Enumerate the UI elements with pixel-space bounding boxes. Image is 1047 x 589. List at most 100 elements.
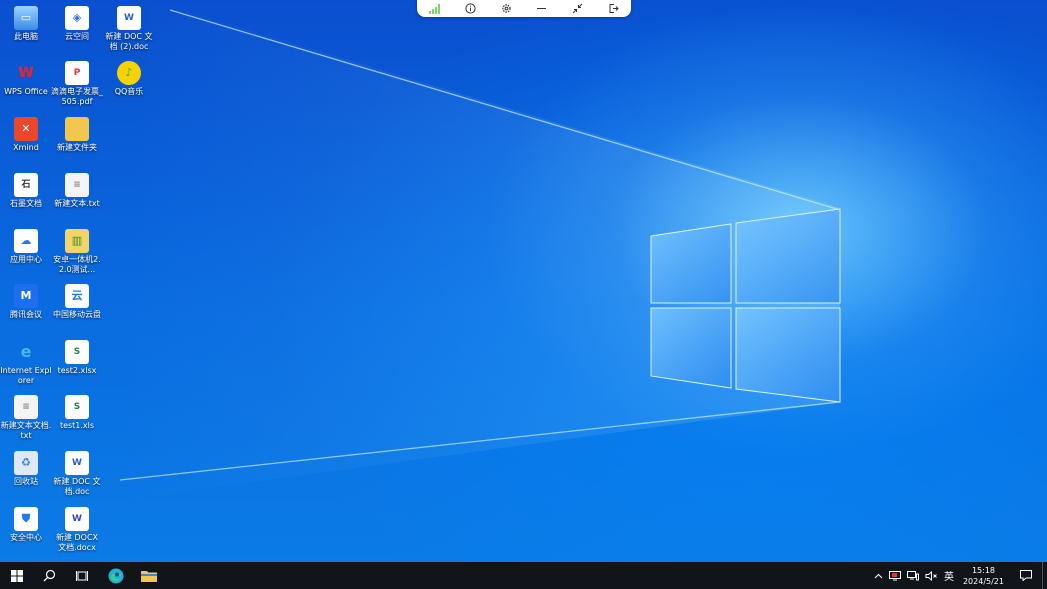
desktop-icon-label: 新建 DOCX 文档.docx: [55, 533, 99, 552]
desktop-icon-android-archive[interactable]: ▥ 安卓一体机2.2.0测试...: [51, 227, 103, 275]
qq-music-icon: ♪: [117, 61, 141, 85]
desktop-icon-label: test1.xls: [59, 421, 95, 430]
system-tray: 英 15:18 2024/5/21: [871, 562, 1047, 589]
notification-center-button[interactable]: [1010, 570, 1042, 581]
desktop-icon-didi-pdf[interactable]: P 滴滴电子发票_505.pdf: [51, 59, 103, 107]
desktop-icon-this-pc[interactable]: ▭ 此电脑: [0, 4, 52, 42]
xmind-icon: ✕: [14, 117, 38, 141]
monitor-alert-icon: [888, 570, 901, 580]
search-button[interactable]: [33, 562, 66, 589]
desktop-icon-label: 新建文本文档.txt: [0, 421, 52, 440]
shimo-icon: 石: [14, 173, 38, 197]
desktop-icon-test2-xlsx[interactable]: S test2.xlsx: [51, 338, 103, 376]
word-doc-icon: W: [117, 6, 141, 30]
desktop-icon-label: 应用中心: [10, 255, 42, 264]
folder-icon: [140, 571, 157, 582]
remote-app-tray-icon[interactable]: [886, 570, 904, 581]
ime-indicator[interactable]: 英: [941, 568, 957, 583]
search-icon: [43, 569, 56, 582]
word-doc-icon: W: [65, 451, 89, 475]
clock[interactable]: 15:18 2024/5/21: [957, 565, 1010, 587]
collapse-icon[interactable]: [570, 2, 584, 16]
desktop-icon-label: 石墨文档: [10, 199, 42, 208]
show-hidden-icons-button[interactable]: [871, 573, 886, 579]
computer-icon: ▭: [14, 6, 38, 30]
notification-icon: [1020, 570, 1032, 581]
txt-icon: ≡: [14, 395, 38, 419]
desktop-icon-label: 中国移动云盘: [53, 310, 101, 319]
desktop-icon-label: 安卓一体机2.2.0测试...: [53, 255, 101, 274]
desktop-icon-label: 安全中心: [10, 533, 42, 542]
remote-session-toolbar: [417, 0, 631, 17]
desktop-icon-label: Internet Explorer: [0, 366, 52, 385]
desktop-icon-new-txt[interactable]: ≡ 新建文本.txt: [51, 171, 103, 209]
mobile-cloud-icon: 云: [65, 284, 89, 308]
desktop-icon-label: 回收站: [14, 477, 38, 486]
task-view-button[interactable]: [66, 562, 99, 589]
volume-muted-icon[interactable]: [922, 570, 941, 581]
desktop-icon-label: 新建文本.txt: [54, 199, 100, 208]
edge-icon: [108, 568, 123, 583]
desktop-icon-label: 新建 DOC 文档 (2).doc: [105, 32, 153, 51]
recycle-bin-icon: ♻: [14, 451, 38, 475]
desktop-icon-xmind[interactable]: ✕ Xmind: [0, 115, 52, 153]
desktop-icon-label: WPS Office: [4, 87, 48, 96]
desktop-icon-new-doc-2[interactable]: W 新建 DOC 文档 (2).doc: [103, 4, 155, 52]
desktop-icon-qq-music[interactable]: ♪ QQ音乐: [103, 59, 155, 97]
tencent-meeting-icon: M: [14, 284, 38, 308]
exit-icon[interactable]: [606, 2, 620, 16]
desktop-icon-label: 腾讯会议: [10, 310, 42, 319]
edge-taskbar-button[interactable]: [99, 562, 132, 589]
wps-icon: W: [18, 65, 34, 81]
desktop-icon-label: 新建文件夹: [57, 143, 97, 152]
desktop-icon-label: 云空间: [65, 32, 89, 41]
desktop-icon-label: test2.xlsx: [57, 366, 97, 375]
pdf-icon: P: [65, 61, 89, 85]
network-icon[interactable]: [904, 570, 922, 581]
desktop-icon-security-center[interactable]: ⛊ 安全中心: [0, 505, 52, 543]
desktop-icon-ie[interactable]: e Internet Explorer: [0, 338, 52, 386]
taskbar: 英 15:18 2024/5/21: [0, 562, 1047, 589]
desktop-icon-new-doc[interactable]: W 新建 DOC 文档.doc: [51, 449, 103, 497]
network-icon-glyph: [906, 570, 919, 580]
excel-icon: S: [65, 340, 89, 364]
security-icon: ⛊: [14, 507, 38, 531]
desktop-icon-mobile-cloud[interactable]: 云 中国移动云盘: [51, 282, 103, 320]
clock-time: 15:18: [971, 565, 996, 575]
start-button[interactable]: [0, 562, 33, 589]
signal-icon[interactable]: [428, 2, 442, 16]
app-center-icon: ☁: [14, 229, 38, 253]
chevron-up-icon: [874, 573, 883, 578]
file-explorer-taskbar-button[interactable]: [132, 562, 165, 589]
desktop-icon-new-text-doc[interactable]: ≡ 新建文本文档.txt: [0, 393, 52, 441]
desktop-icon-cloud-space[interactable]: ◈ 云空间: [51, 4, 103, 42]
desktop-icon-wps[interactable]: W WPS Office: [0, 59, 52, 97]
desktop-icon-tencent-meeting[interactable]: M 腾讯会议: [0, 282, 52, 320]
desktop-icon-test1-xls[interactable]: S test1.xls: [51, 393, 103, 431]
ie-icon: e: [20, 342, 32, 361]
desktop-icon-label: 新建 DOC 文档.doc: [53, 477, 101, 496]
task-view-icon: [76, 570, 88, 581]
desktop-wallpaper: [0, 0, 1047, 562]
minimize-icon[interactable]: [535, 2, 549, 16]
desktop-icon-label: 滴滴电子发票_505.pdf: [51, 87, 103, 106]
desktop-icon-new-folder[interactable]: 新建文件夹: [51, 115, 103, 153]
desktop-icon-app-center[interactable]: ☁ 应用中心: [0, 227, 52, 265]
desktop-icon-recycle-bin[interactable]: ♻ 回收站: [0, 449, 52, 487]
clock-date: 2024/5/21: [962, 576, 1004, 586]
desktop-icon-label: 此电脑: [14, 32, 38, 41]
desktop-icon-new-docx[interactable]: W 新建 DOCX 文档.docx: [51, 505, 103, 553]
info-icon[interactable]: [463, 2, 477, 16]
show-desktop-button[interactable]: [1042, 562, 1047, 589]
excel-icon: S: [65, 395, 89, 419]
desktop-icon-shimo[interactable]: 石 石墨文档: [0, 171, 52, 209]
windows-icon: [10, 569, 23, 582]
archive-icon: ▥: [65, 229, 89, 253]
txt-icon: ≡: [65, 173, 89, 197]
gear-icon[interactable]: [499, 2, 513, 16]
word-docx-icon: W: [65, 507, 89, 531]
desktop-icon-label: Xmind: [13, 143, 39, 152]
folder-icon: [65, 117, 89, 141]
cloud-space-icon: ◈: [65, 6, 89, 30]
desktop-icon-label: QQ音乐: [114, 87, 144, 96]
